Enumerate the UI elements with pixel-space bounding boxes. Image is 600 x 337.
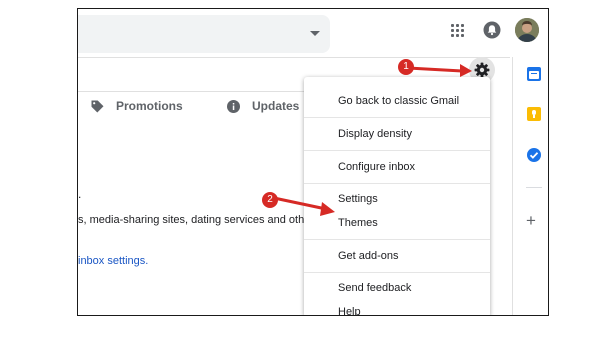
menu-item-classic-gmail[interactable]: Go back to classic Gmail bbox=[338, 95, 459, 107]
tab-updates[interactable]: Updates bbox=[252, 99, 299, 113]
side-panel-separator bbox=[526, 187, 542, 188]
bell-icon[interactable] bbox=[483, 21, 501, 39]
search-bar[interactable] bbox=[78, 15, 330, 53]
menu-item-send-feedback[interactable]: Send feedback bbox=[338, 282, 411, 294]
menu-separator bbox=[304, 117, 490, 118]
menu-item-configure-inbox[interactable]: Configure inbox bbox=[338, 161, 415, 173]
tab-promotions[interactable]: Promotions bbox=[116, 99, 183, 113]
gmail-window: + Promotions Updates . s, media-sharing … bbox=[77, 8, 549, 316]
tag-icon bbox=[91, 100, 104, 113]
tasks-icon[interactable] bbox=[527, 148, 541, 162]
annotation-marker-1: 1 bbox=[398, 59, 414, 75]
menu-separator bbox=[304, 150, 490, 151]
search-options-icon[interactable] bbox=[310, 31, 320, 36]
keep-icon[interactable] bbox=[527, 107, 541, 121]
inbox-settings-link[interactable]: inbox settings. bbox=[78, 255, 148, 267]
side-panel-divider bbox=[512, 57, 513, 315]
menu-separator bbox=[304, 272, 490, 273]
apps-grid-icon[interactable] bbox=[451, 24, 465, 38]
avatar[interactable] bbox=[515, 18, 539, 42]
calendar-icon[interactable] bbox=[527, 67, 541, 81]
tabs-divider bbox=[78, 91, 304, 92]
menu-item-display-density[interactable]: Display density bbox=[338, 128, 412, 140]
truncated-heading: . bbox=[78, 187, 82, 201]
info-icon bbox=[227, 100, 240, 113]
menu-item-help[interactable]: Help bbox=[338, 306, 361, 315]
annotation-marker-2: 2 bbox=[262, 192, 278, 208]
add-addon-button[interactable]: + bbox=[526, 212, 536, 229]
menu-separator bbox=[304, 183, 490, 184]
menu-item-get-addons[interactable]: Get add-ons bbox=[338, 250, 399, 262]
menu-separator bbox=[304, 239, 490, 240]
